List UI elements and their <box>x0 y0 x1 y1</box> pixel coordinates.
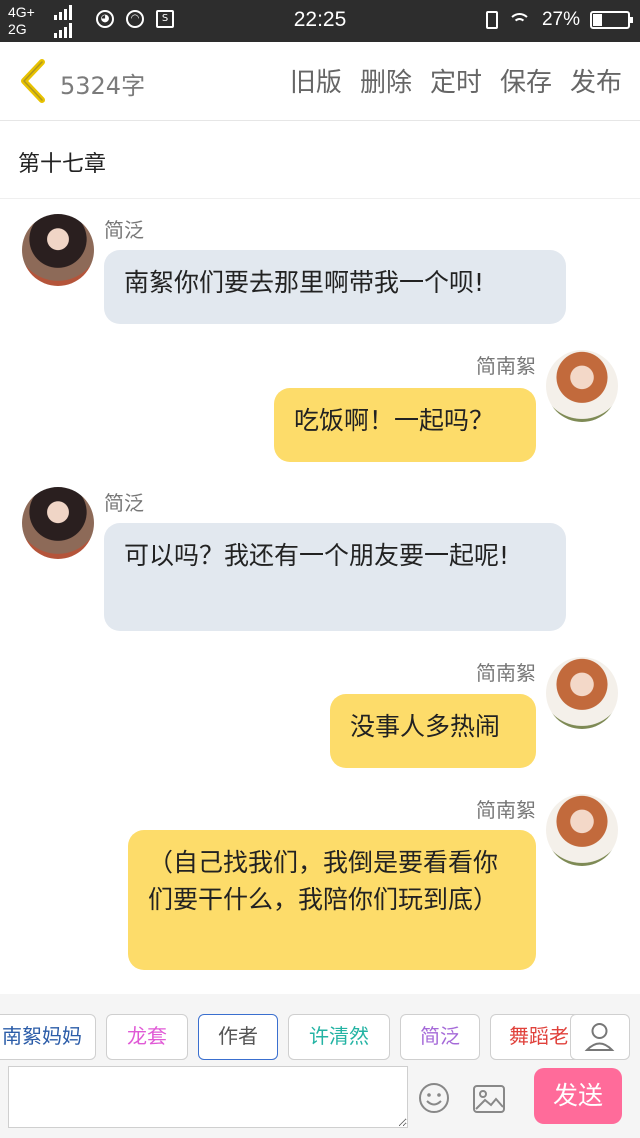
add-character-button[interactable] <box>570 1014 630 1060</box>
image-icon[interactable] <box>472 1084 506 1114</box>
input-bar: 发送 <box>0 1062 640 1138</box>
header-actions: 旧版 删除 定时 保存 发布 <box>290 62 622 99</box>
battery-icon <box>590 11 633 29</box>
sender-name: 简泛 <box>104 491 144 515</box>
message-bubble[interactable]: （自己找我们，我倒是要看看你们要干什么，我陪你们玩到底） <box>128 830 536 970</box>
character-tab[interactable]: 舞蹈老师 <box>490 1014 580 1060</box>
character-tab[interactable]: 作者 <box>198 1014 278 1060</box>
avatar[interactable] <box>22 487 94 559</box>
vibrate-icon <box>485 11 498 29</box>
avatar[interactable] <box>546 657 618 729</box>
status-bar: 4G+ 2G ◕ ◠ S 22:25 27% <box>0 0 640 42</box>
status-right: 27% <box>485 9 633 31</box>
divider <box>0 198 640 199</box>
avatar[interactable] <box>546 350 618 422</box>
emoji-icon[interactable] <box>418 1082 450 1114</box>
message-bubble[interactable]: 吃饭啊！一起吗？ <box>274 388 536 462</box>
schedule-button[interactable]: 定时 <box>430 62 482 99</box>
sender-name: 简泛 <box>104 218 144 242</box>
message-input[interactable] <box>8 1066 408 1128</box>
character-tab[interactable]: 龙套 <box>106 1014 188 1060</box>
character-tab[interactable]: 简泛 <box>400 1014 480 1060</box>
publish-button[interactable]: 发布 <box>570 62 622 99</box>
message-bubble[interactable]: 南絮你们要去那里啊带我一个呗! <box>104 250 566 324</box>
character-tab[interactable]: 南絮妈妈 <box>0 1014 96 1060</box>
word-count: 5324字 <box>60 72 146 100</box>
send-button[interactable]: 发送 <box>534 1068 622 1124</box>
battery-percent: 27% <box>541 9 580 30</box>
chapter-title[interactable]: 第十七章 <box>18 146 106 178</box>
old-version-button[interactable]: 旧版 <box>290 62 342 99</box>
wifi-icon <box>507 11 532 29</box>
avatar[interactable] <box>546 794 618 866</box>
sender-name: 简南絮 <box>476 354 536 378</box>
back-arrow-icon[interactable] <box>16 58 50 104</box>
avatar[interactable] <box>22 214 94 286</box>
person-icon <box>584 1023 615 1051</box>
message-bubble[interactable]: 没事人多热闹 <box>330 694 536 768</box>
message-bubble[interactable]: 可以吗？我还有一个朋友要一起呢! <box>104 523 566 631</box>
sender-name: 简南絮 <box>476 798 536 822</box>
character-tab[interactable]: 许清然 <box>288 1014 390 1060</box>
delete-button[interactable]: 删除 <box>360 62 412 99</box>
save-button[interactable]: 保存 <box>500 62 552 99</box>
editor-header: 5324字 旧版 删除 定时 保存 发布 <box>0 42 640 121</box>
sender-name: 简南絮 <box>476 661 536 685</box>
